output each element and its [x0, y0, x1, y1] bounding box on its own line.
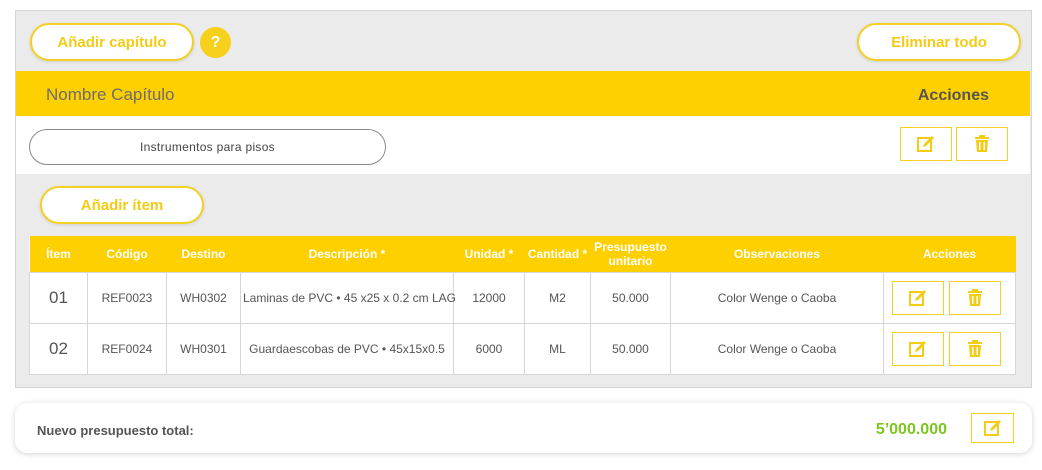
cell-description: Laminas de PVC • 45 x25 x 0.2 cm LAG: [240, 271, 456, 324]
edit-item-button[interactable]: [892, 331, 944, 366]
table-row: 02 REF0024 WH0301 Guardaescobas de PVC •…: [29, 322, 1016, 375]
header-destination: Destino: [166, 236, 241, 272]
header-code: Código: [87, 236, 167, 272]
header-notes: Observaciones: [670, 236, 884, 272]
cell-description: Guardaescobas de PVC • 45x15x0.5: [240, 322, 454, 375]
edit-icon: [909, 289, 926, 306]
edit-chapter-button[interactable]: [900, 127, 952, 161]
cell-item: 02: [29, 322, 88, 375]
cell-quantity: ML: [524, 322, 591, 375]
edit-icon: [909, 340, 926, 357]
total-value: 5’000.000: [875, 421, 947, 438]
header-unit: Unidad *: [453, 236, 525, 272]
table-header-row: Ítem Código Destino Descripción * Unidad…: [29, 236, 1016, 272]
cell-code: REF0024: [87, 322, 167, 375]
delete-item-button[interactable]: [949, 331, 1001, 366]
header-unit-budget: Presupuesto unitario: [590, 236, 671, 272]
help-icon[interactable]: ?: [200, 27, 231, 58]
cell-quantity: M2: [524, 271, 591, 324]
cell-unit: 12000: [453, 271, 525, 324]
delete-all-button[interactable]: Eliminar todo: [857, 23, 1021, 61]
cell-item: 01: [29, 271, 88, 324]
cell-unit-budget: 50.000: [590, 271, 671, 324]
cell-code: REF0023: [87, 271, 167, 324]
chapter-name-header: Nombre Capítulo: [46, 85, 175, 104]
delete-chapter-button[interactable]: [956, 127, 1008, 161]
cell-destination: WH0301: [166, 322, 241, 375]
cell-unit-budget: 50.000: [590, 322, 671, 375]
table-row: 01 REF0023 WH0302 Laminas de PVC • 45 x2…: [29, 271, 1016, 324]
trash-icon: [975, 135, 989, 152]
total-label: Nuevo presupuesto total:: [37, 423, 194, 438]
cell-notes: Color Wenge o Caoba: [670, 322, 884, 375]
chapter-name-field[interactable]: Instrumentos para pisos: [29, 129, 386, 165]
header-quantity: Cantidad *: [524, 236, 591, 272]
add-chapter-button[interactable]: Añadir capítulo: [30, 23, 194, 61]
cell-actions: [883, 322, 1016, 375]
header-item: Ítem: [29, 236, 88, 272]
header-description: Descripción *: [240, 236, 454, 272]
trash-icon: [968, 339, 982, 357]
items-table: Ítem Código Destino Descripción * Unidad…: [29, 236, 1016, 375]
cell-notes: Color Wenge o Caoba: [670, 271, 884, 324]
edit-icon: [917, 136, 934, 152]
cell-actions: [883, 271, 1016, 324]
trash-icon: [968, 288, 982, 306]
chapter-header: Nombre Capítulo Acciones: [16, 71, 1030, 116]
total-bar: Nuevo presupuesto total: 5’000.000: [15, 403, 1032, 453]
edit-icon: [983, 420, 1001, 436]
cell-destination: WH0302: [166, 271, 241, 324]
delete-item-button[interactable]: [949, 280, 1001, 315]
chapter-row: Instrumentos para pisos: [16, 116, 1030, 174]
add-item-button[interactable]: Añadir ítem: [40, 186, 204, 224]
edit-total-button[interactable]: [971, 413, 1014, 443]
header-actions: Acciones: [883, 236, 1016, 272]
edit-item-button[interactable]: [892, 280, 944, 315]
chapter-actions-header: Acciones: [917, 87, 989, 104]
cell-unit: 6000: [453, 322, 525, 375]
